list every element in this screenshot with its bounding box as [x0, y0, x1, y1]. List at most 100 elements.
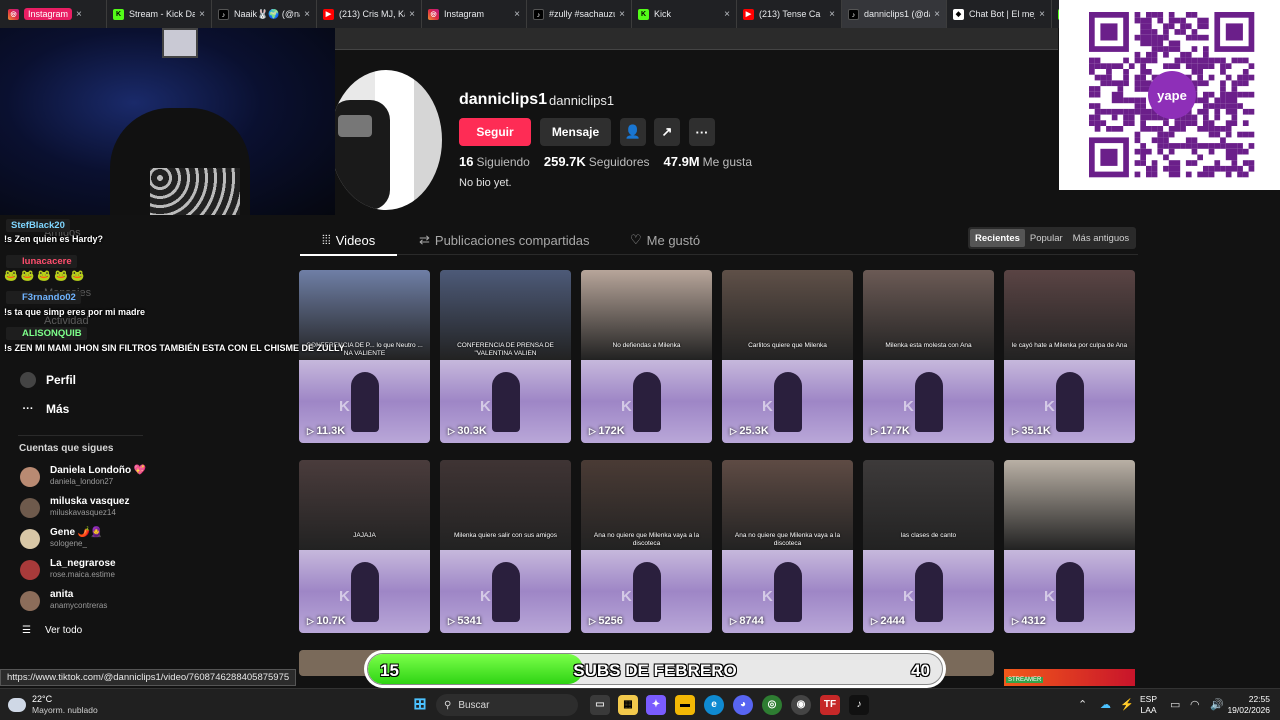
close-tab-icon[interactable]: ×: [304, 9, 310, 20]
address-bar[interactable]: [335, 28, 1058, 50]
chat-username: lunacacere: [6, 255, 77, 268]
sidebar-item-more[interactable]: ··· Más: [20, 401, 70, 417]
more-dots-icon: ···: [695, 124, 709, 140]
browser-tab[interactable]: ♪ danniclips1 (@dan ×: [842, 0, 947, 28]
browser-tab[interactable]: ◎ Instagram ×: [422, 0, 527, 28]
language-indicator[interactable]: ESP LAA: [1140, 694, 1157, 716]
app-icon[interactable]: ◎: [762, 695, 782, 715]
share-button[interactable]: ↗: [654, 118, 680, 146]
wifi-icon[interactable]: ◠: [1190, 698, 1200, 711]
discord-icon[interactable]: ◕: [733, 695, 753, 715]
video-card[interactable]: Milenka esta molesta con Ana 17.7K: [863, 270, 994, 443]
video-card[interactable]: Ana no quiere que Milenka vaya a la disc…: [581, 460, 712, 633]
following-item[interactable]: anita anamycontreras: [20, 589, 107, 611]
tf-app-icon[interactable]: TF: [820, 695, 840, 715]
video-card[interactable]: CONFERENCIA DE PRENSA DE "VALENTINA VALI…: [440, 270, 571, 443]
close-tab-icon[interactable]: ×: [934, 9, 940, 20]
kick-icon: K: [113, 8, 124, 20]
edge-icon[interactable]: e: [704, 695, 724, 715]
chat-username: ALISONQUIB: [6, 327, 87, 340]
tab-liked[interactable]: ♡ Me gustó: [630, 232, 700, 248]
browser-tab[interactable]: ♪ Naaik🐰🌍 (@naa ×: [212, 0, 317, 28]
share-icon: ↗: [661, 124, 673, 139]
video-view-count: 10.7K: [307, 615, 345, 627]
browser-tab[interactable]: ▶ (213) Cris MJ, Kali U ×: [317, 0, 422, 28]
sort-popular[interactable]: Popular: [1025, 229, 1068, 247]
close-tab-icon[interactable]: ×: [1039, 9, 1045, 20]
obs-icon[interactable]: ◉: [791, 695, 811, 715]
singer-figure: [1056, 562, 1084, 622]
stat-followers[interactable]: 259.7K Seguidores: [544, 154, 650, 169]
avatar: [20, 467, 40, 487]
subs-goal-track: 15 SUBS DE FEBRERO 40: [367, 653, 943, 685]
copilot-icon[interactable]: ✦: [646, 695, 666, 715]
taskbar-search-label: Buscar: [458, 699, 490, 711]
close-tab-icon[interactable]: ×: [829, 9, 835, 20]
close-tab-icon[interactable]: ×: [724, 9, 730, 20]
widgets-icon[interactable]: ▦: [618, 695, 638, 715]
follow-button[interactable]: Seguir: [459, 118, 531, 146]
see-all-link[interactable]: ☰ Ver todo: [22, 625, 82, 636]
browser-tab-title: danniclips1 (@dan: [864, 9, 930, 19]
following-item[interactable]: La_negrarose rose.maica.estime: [20, 558, 116, 580]
close-tab-icon[interactable]: ×: [514, 9, 520, 20]
video-card[interactable]: Ana no quiere que Milenka vaya a la disc…: [722, 460, 853, 633]
close-tab-icon[interactable]: ×: [619, 9, 625, 20]
tiktok-icon: ♪: [848, 8, 859, 20]
video-card[interactable]: JAJAJA 10.7K: [299, 460, 430, 633]
browser-tab-title: (213) Tense Ca: [759, 9, 821, 19]
stat-likes-label: Me gusta: [702, 155, 752, 169]
network-icon[interactable]: ⚡: [1120, 698, 1134, 711]
browser-tab[interactable]: K Stream - Kick Dashb ×: [107, 0, 212, 28]
close-tab-icon[interactable]: ×: [199, 9, 205, 20]
stat-following[interactable]: 16 Siguiendo: [459, 154, 530, 169]
following-item-text: Gene 🌶️🧕 sologene_: [50, 527, 103, 549]
tab-reposts[interactable]: ⇄ Publicaciones compartidas: [419, 232, 590, 248]
video-card[interactable]: le cayó hate a Milenka por culpa de Ana 3…: [1004, 270, 1135, 443]
message-button[interactable]: Mensaje: [540, 118, 611, 146]
following-item[interactable]: Gene 🌶️🧕 sologene_: [20, 527, 103, 549]
following-handle: rose.maica.estime: [50, 570, 115, 579]
sidebar-item-profile[interactable]: Perfil: [20, 372, 76, 388]
add-friend-button[interactable]: 👤: [620, 118, 646, 146]
onedrive-icon[interactable]: ☁: [1100, 698, 1111, 711]
screen: ◎Instagram×KStream - Kick Dashb×♪Naaik🐰🌍…: [0, 0, 1280, 720]
video-card[interactable]: 4312: [1004, 460, 1135, 633]
more-options-button[interactable]: ···: [689, 118, 715, 146]
browser-tab[interactable]: ◆ Chat Bot | El mejor ×: [947, 0, 1052, 28]
singer-figure: [915, 372, 943, 432]
browser-tab[interactable]: K Kick ×: [632, 0, 737, 28]
browser-tab[interactable]: ◎ Instagram ×: [2, 0, 107, 28]
weather-widget[interactable]: 22°C Mayorm. nublado: [8, 694, 98, 716]
video-card[interactable]: No defiendas a Milenka 172K: [581, 270, 712, 443]
tiktok-app-icon[interactable]: ♪: [849, 695, 869, 715]
video-view-count: 25.3K: [730, 425, 768, 437]
weather-temp: 22°C: [32, 694, 53, 704]
windows-start-icon[interactable]: ⊞: [410, 695, 430, 715]
following-item[interactable]: Daniela Londoño 💖 daniela_london27: [20, 465, 146, 487]
monitor-icon[interactable]: ▭: [1170, 698, 1180, 711]
close-tab-icon[interactable]: ×: [409, 9, 415, 20]
video-card[interactable]: Carlitos quiere que Milenka 25.3K: [722, 270, 853, 443]
browser-tab-title: Instagram: [24, 8, 73, 20]
profile-avatar[interactable]: [330, 70, 442, 210]
video-card[interactable]: Milenka quiere salir con sus amigos 5341: [440, 460, 571, 633]
sort-recent[interactable]: Recientes: [970, 229, 1025, 247]
clock-time: 22:55: [1248, 694, 1270, 704]
chevron-up-icon[interactable]: ⌃: [1078, 698, 1087, 711]
browser-tab[interactable]: ♪ #zully #sachauzum ×: [527, 0, 632, 28]
avatar: [20, 498, 40, 518]
video-caption: JAJAJA: [353, 532, 376, 539]
clock[interactable]: 22:55 19/02/2026: [1226, 694, 1270, 716]
volume-icon[interactable]: 🔊: [1210, 698, 1224, 711]
yape-qr-code: yape: [1059, 0, 1280, 190]
browser-tab-title: #zully #sachauzum: [549, 9, 615, 19]
file-explorer-icon[interactable]: ▬: [675, 695, 695, 715]
task-view-icon[interactable]: ▭: [590, 695, 610, 715]
browser-tab[interactable]: ▶ (213) Tense Ca ×: [737, 0, 842, 28]
video-card[interactable]: las clases de canto 2444: [863, 460, 994, 633]
close-tab-icon[interactable]: ×: [76, 9, 82, 20]
sort-oldest[interactable]: Más antiguos: [1068, 229, 1135, 247]
following-item[interactable]: miluska vasquez miluskavasquez14: [20, 496, 129, 518]
taskbar-search[interactable]: ⚲ Buscar: [436, 694, 578, 716]
